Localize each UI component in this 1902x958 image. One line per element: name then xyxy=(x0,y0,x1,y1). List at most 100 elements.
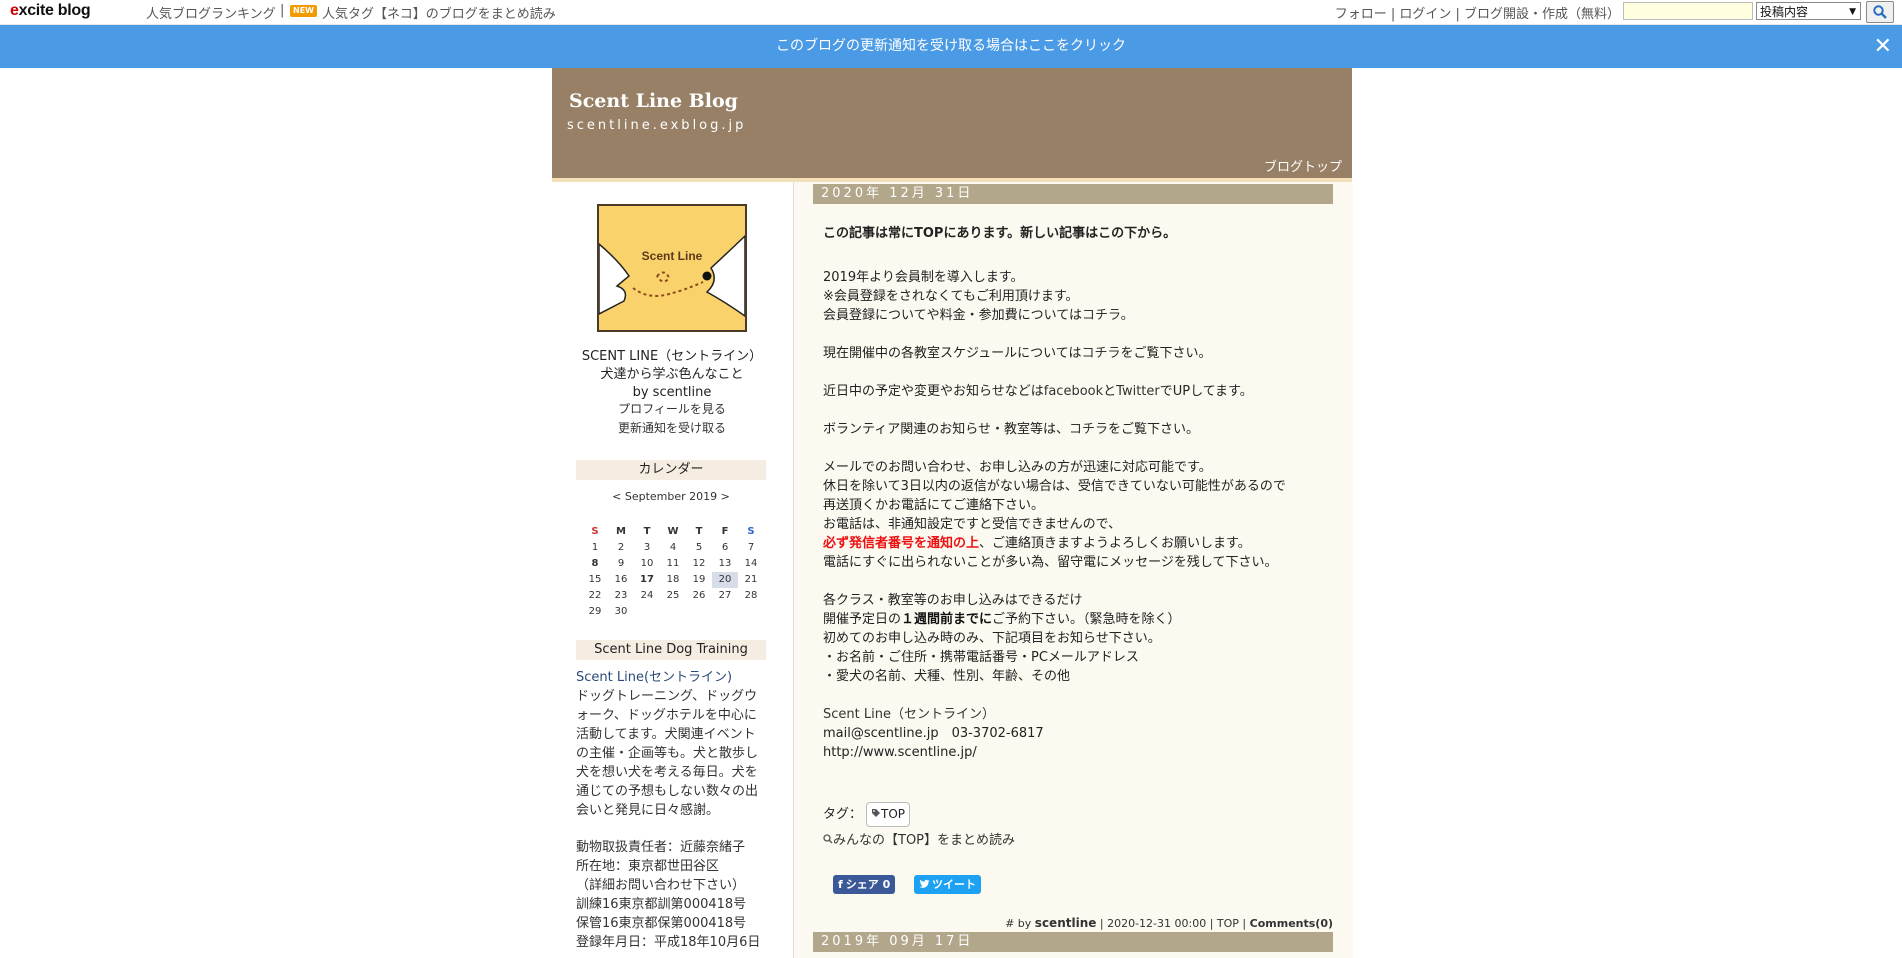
sidebar: Scent Line SCENT LINE（セントライン） 犬達から学ぶ色んなこ… xyxy=(552,182,792,958)
share-label: シェア 0 xyxy=(845,878,891,891)
text: ご予約下さい。（緊急時を除く） xyxy=(992,612,1181,627)
calendar-day: 1 xyxy=(591,542,599,553)
tag-chip-top[interactable]: TOP xyxy=(866,802,911,827)
receive-updates-link[interactable]: 更新通知を受け取る xyxy=(552,419,792,438)
calendar-day xyxy=(712,604,738,620)
facebook-link[interactable]: facebook xyxy=(1044,384,1103,399)
logo-caption: Scent Line xyxy=(642,249,703,263)
calendar-nav[interactable]: < September 2019 > xyxy=(576,490,766,503)
view-profile-link[interactable]: プロフィールを見る xyxy=(552,400,792,419)
author-link[interactable]: scentline xyxy=(1035,916,1097,930)
facebook-icon: f xyxy=(838,878,843,891)
blog-top-link[interactable]: ブログトップ xyxy=(1264,156,1342,175)
calendar-day-post[interactable]: 8 xyxy=(582,556,608,572)
license-line: 登録年月日：平成18年10月6日 xyxy=(576,935,761,950)
calendar-day: 15 xyxy=(588,574,602,585)
calendar-day: 3 xyxy=(643,542,651,553)
ranking-link[interactable]: 人気ブログランキング xyxy=(146,3,276,22)
text: をご覧下さい。 xyxy=(1120,346,1212,361)
top-bar: excite blog 人気ブログランキング | NEW 人気タグ【ネコ】のブロ… xyxy=(0,0,1902,25)
weekday: T xyxy=(643,526,651,537)
post-line: 現在開催中の各教室スケジュールについてはコチラをご覧下さい。 xyxy=(823,344,1211,363)
calendar-grid: S M T W T F S 1 2 3 4 5 6 7 8 9 10 11 12… xyxy=(582,524,764,620)
new-badge: NEW xyxy=(290,5,317,17)
tag-read-row: みんなの【TOP】をまとめ読み xyxy=(823,831,1015,850)
close-icon[interactable]: ✕ xyxy=(1874,25,1892,68)
weekday: S xyxy=(747,526,755,537)
calendar-day: 2 xyxy=(617,542,625,553)
about-heading: Scent Line Dog Training xyxy=(576,640,766,660)
calendar-week: 8 9 10 11 12 13 14 xyxy=(582,556,764,572)
notice-text[interactable]: このブログの更新通知を受け取る場合はここをクリック xyxy=(776,38,1126,54)
dog-logo-illustration: Scent Line xyxy=(599,234,745,317)
post-line: ・愛犬の名前、犬種、性別、年齢、その他 xyxy=(823,669,1071,684)
search-input[interactable] xyxy=(1623,2,1753,20)
contact-url: http://www.scentline.jp/ xyxy=(823,745,977,760)
tweet-button[interactable]: ツイート xyxy=(914,875,981,894)
blog-title[interactable]: Scent Line Blog xyxy=(569,90,738,112)
excite-blog-logo[interactable]: excite blog xyxy=(10,2,91,20)
volunteer-link[interactable]: コチラ xyxy=(1069,422,1108,437)
calendar-day: 16 xyxy=(614,574,628,585)
about-link[interactable]: Scent Line(セントライン) xyxy=(576,668,771,687)
chevron-down-icon: ▼ xyxy=(1849,7,1856,17)
comments-link[interactable]: Comments(0) xyxy=(1250,917,1333,930)
license-line: 所在地：東京都世田谷区 xyxy=(576,859,720,874)
calendar-day: 23 xyxy=(614,590,628,601)
calendar-week: 15 16 17 18 19 20 21 xyxy=(582,572,764,588)
about-line: 通じての予想もしない数々の出 xyxy=(576,784,759,799)
post-line: 近日中の予定や変更やお知らせなどはfacebookとTwitterでUPしてます… xyxy=(823,382,1253,401)
facebook-share-button[interactable]: f シェア 0 xyxy=(833,875,896,894)
tweet-label: ツイート xyxy=(932,878,976,891)
tag-label: タグ： xyxy=(823,807,863,822)
calendar-day xyxy=(686,604,712,620)
emphasis-text: １週間前までに xyxy=(901,612,993,627)
membership-link[interactable]: コチラ xyxy=(1082,308,1121,323)
calendar-day: 12 xyxy=(692,558,706,569)
calendar-weekdays: S M T W T F S xyxy=(582,524,764,540)
about-line: ドッグトレーニング、ドッグウ xyxy=(576,689,758,704)
scentline-link[interactable]: Scent Line（セントライン） xyxy=(823,707,995,722)
about-text: Scent Line(セントライン) ドッグトレーニング、ドッグウ ォーク、ドッ… xyxy=(576,668,771,820)
text: 近日中の予定や変更やお知らせなどは xyxy=(823,384,1044,399)
weekday: M xyxy=(616,526,626,537)
calendar-day: 28 xyxy=(744,590,758,601)
account-links[interactable]: フォロー | ログイン | ブログ開設・作成（無料） xyxy=(1335,3,1620,22)
post-line: ボランティア関連のお知らせ・教室等は、コチラをご覧下さい。 xyxy=(823,420,1199,439)
schedule-link[interactable]: コチラ xyxy=(1081,346,1120,361)
twitter-link[interactable]: Twitter xyxy=(1116,384,1160,399)
profile-links: プロフィールを見る 更新通知を受け取る xyxy=(552,400,792,438)
about-line: 犬を想い犬を考える毎日。犬を xyxy=(576,765,758,780)
calendar-day: 21 xyxy=(744,574,758,585)
calendar-week: 1 2 3 4 5 6 7 xyxy=(582,540,764,556)
calendar-day: 4 xyxy=(669,542,677,553)
subscribe-notice-bar[interactable]: このブログの更新通知を受け取る場合はここをクリック ✕ xyxy=(0,25,1902,68)
search-scope-select[interactable]: 投稿内容 ▼ xyxy=(1756,2,1861,20)
calendar-day: 9 xyxy=(617,558,625,569)
main-content: 2020年 12月 31日 この記事は常にTOPにあります。新しい記事はこの下か… xyxy=(793,182,1353,958)
text: と xyxy=(1103,384,1117,399)
search-button[interactable] xyxy=(1866,1,1894,23)
tag-read-link[interactable]: みんなの【TOP】をまとめ読み xyxy=(833,833,1015,848)
weekday: S xyxy=(591,526,599,537)
weekday: W xyxy=(667,526,679,537)
about-line: ォーク、ドッグホテルを中心に xyxy=(576,708,757,723)
calendar-week: 29 30 xyxy=(582,604,764,620)
calendar-day-post[interactable]: 17 xyxy=(634,572,660,588)
calendar-day-today: 20 xyxy=(712,572,738,588)
contact-line: Scent Line（セントライン） xyxy=(823,705,995,724)
calendar-day: 19 xyxy=(692,574,706,585)
calendar-day xyxy=(660,604,686,620)
tag-text: TOP xyxy=(881,807,906,821)
license-line: 訓練16東京都訓第000418号 xyxy=(576,897,747,912)
license-text: 動物取扱責任者：近藤奈緒子 所在地：東京都世田谷区 （詳細お問い合わせ下さい） … xyxy=(576,838,771,952)
blog-url: scentline.exblog.jp xyxy=(567,118,747,133)
profile-image[interactable]: Scent Line xyxy=(597,204,747,332)
calendar-day xyxy=(634,604,660,620)
post-line: 必ず発信者番号を通知の上、ご連絡頂きますようよろしくお願いします。 xyxy=(823,534,1251,553)
calendar-day: 10 xyxy=(640,558,654,569)
calendar-day: 30 xyxy=(614,606,628,617)
permalink[interactable]: # by xyxy=(1005,917,1031,930)
post-line: 再送頂くかお電話にてご連絡下さい。 xyxy=(823,498,1045,513)
popular-tag-link[interactable]: 人気タグ【ネコ】のブログをまとめ読み xyxy=(322,3,556,22)
